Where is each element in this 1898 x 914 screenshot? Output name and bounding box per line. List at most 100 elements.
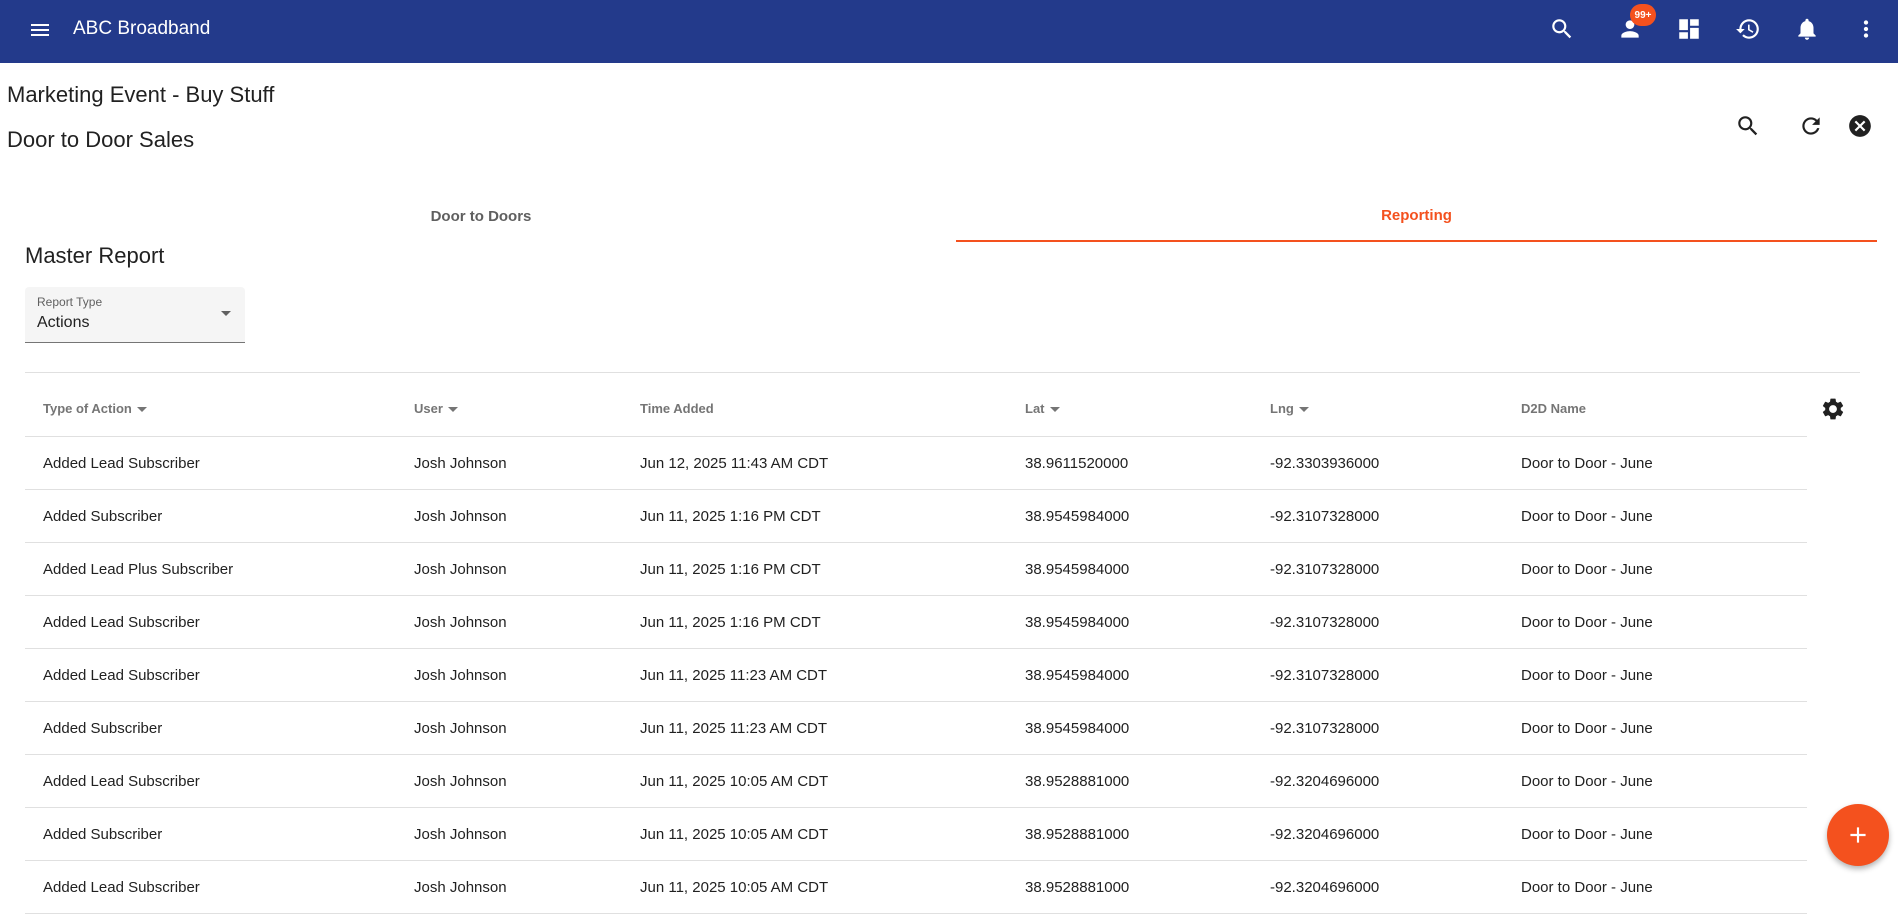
notification-count-badge: 99+ bbox=[1630, 4, 1656, 26]
table-row[interactable]: Added Lead Subscriber Josh Johnson Jun 11,… bbox=[25, 860, 1807, 914]
cell-type-of-action: Added Subscriber bbox=[25, 701, 414, 755]
cell-lat: 38.9545984000 bbox=[1025, 701, 1270, 755]
cell-d2d-name: Door to Door - June bbox=[1521, 860, 1807, 914]
close-circle-icon[interactable] bbox=[1847, 113, 1873, 139]
cell-lat: 38.9528881000 bbox=[1025, 807, 1270, 861]
table-row[interactable]: Added Lead Subscriber Josh Johnson Jun 11,… bbox=[25, 595, 1807, 649]
cell-time-added: Jun 11, 2025 10:05 AM CDT bbox=[640, 807, 1025, 861]
search-icon[interactable] bbox=[1735, 113, 1761, 139]
cell-user: Josh Johnson bbox=[414, 595, 640, 649]
cell-lat: 38.9611520000 bbox=[1025, 436, 1270, 490]
cell-d2d-name: Door to Door - June bbox=[1521, 701, 1807, 755]
cell-d2d-name: Door to Door - June bbox=[1521, 807, 1807, 861]
sort-arrow-icon bbox=[1049, 406, 1060, 412]
tab-door-to-doors[interactable]: Door to Doors bbox=[25, 190, 937, 242]
sort-arrow-icon bbox=[1298, 406, 1309, 412]
cell-time-added: Jun 11, 2025 11:23 AM CDT bbox=[640, 701, 1025, 755]
table-row[interactable]: Added Subscriber Josh Johnson Jun 11, 2025… bbox=[25, 701, 1807, 755]
cell-lng: -92.3303936000 bbox=[1270, 436, 1521, 490]
column-header-lng[interactable]: Lng bbox=[1270, 380, 1521, 437]
cell-time-added: Jun 12, 2025 11:43 AM CDT bbox=[640, 436, 1025, 490]
sort-arrow-icon bbox=[447, 406, 458, 412]
report-type-select[interactable]: Report Type Actions bbox=[25, 287, 245, 343]
section-title: Master Report bbox=[25, 243, 165, 268]
gear-icon[interactable] bbox=[1820, 396, 1846, 422]
add-button[interactable] bbox=[1827, 804, 1889, 866]
cell-type-of-action: Added Lead Subscriber bbox=[25, 436, 414, 490]
table-row[interactable]: Added Lead Subscriber Josh Johnson Jun 11,… bbox=[25, 754, 1807, 808]
cell-d2d-name: Door to Door - June bbox=[1521, 489, 1807, 543]
column-header-d2d-name: D2D Name bbox=[1521, 380, 1807, 437]
cell-d2d-name: Door to Door - June bbox=[1521, 595, 1807, 649]
cell-d2d-name: Door to Door - June bbox=[1521, 648, 1807, 702]
cell-lng: -92.3107328000 bbox=[1270, 489, 1521, 543]
cell-lat: 38.9545984000 bbox=[1025, 489, 1270, 543]
page-subtitle: Door to Door Sales bbox=[7, 127, 195, 152]
report-type-label: Report Type bbox=[37, 295, 103, 309]
dashboard-icon[interactable] bbox=[1676, 16, 1702, 42]
column-header-user[interactable]: User bbox=[414, 380, 640, 437]
cell-time-added: Jun 11, 2025 1:16 PM CDT bbox=[640, 595, 1025, 649]
cell-lat: 38.9545984000 bbox=[1025, 648, 1270, 702]
report-table: Type of Action User Time Added Lat Lng D… bbox=[25, 380, 1807, 914]
sort-arrow-icon bbox=[136, 406, 147, 412]
column-header-type-of-action[interactable]: Type of Action bbox=[25, 380, 414, 437]
cell-user: Josh Johnson bbox=[414, 542, 640, 596]
dropdown-arrow-icon bbox=[221, 311, 231, 316]
cell-type-of-action: Added Subscriber bbox=[25, 807, 414, 861]
cell-lat: 38.9545984000 bbox=[1025, 595, 1270, 649]
refresh-icon[interactable] bbox=[1798, 113, 1824, 139]
plus-icon bbox=[1850, 827, 1866, 843]
table-row[interactable]: Added Lead Plus Subscriber Josh Johnson Ju… bbox=[25, 542, 1807, 596]
cell-user: Josh Johnson bbox=[414, 648, 640, 702]
cell-lat: 38.9528881000 bbox=[1025, 754, 1270, 808]
cell-user: Josh Johnson bbox=[414, 489, 640, 543]
divider bbox=[25, 372, 1860, 373]
cell-type-of-action: Added Lead Subscriber bbox=[25, 860, 414, 914]
cell-lng: -92.3107328000 bbox=[1270, 701, 1521, 755]
tab-reporting[interactable]: Reporting bbox=[956, 190, 1877, 242]
table-row[interactable]: Added Subscriber Josh Johnson Jun 11, 2025… bbox=[25, 489, 1807, 543]
cell-lat: 38.9528881000 bbox=[1025, 860, 1270, 914]
cell-lng: -92.3107328000 bbox=[1270, 648, 1521, 702]
column-header-lat[interactable]: Lat bbox=[1025, 380, 1270, 437]
cell-lat: 38.9545984000 bbox=[1025, 542, 1270, 596]
report-type-value: Actions bbox=[37, 314, 90, 331]
column-header-time-added: Time Added bbox=[640, 380, 1025, 437]
table-row[interactable]: Added Subscriber Josh Johnson Jun 11, 2025… bbox=[25, 807, 1807, 861]
cell-user: Josh Johnson bbox=[414, 860, 640, 914]
cell-time-added: Jun 11, 2025 1:16 PM CDT bbox=[640, 542, 1025, 596]
cell-d2d-name: Door to Door - June bbox=[1521, 542, 1807, 596]
app-title: ABC Broadband bbox=[73, 18, 211, 39]
menu-icon[interactable] bbox=[28, 18, 52, 42]
more-vert-icon[interactable] bbox=[1853, 16, 1879, 42]
cell-time-added: Jun 11, 2025 10:05 AM CDT bbox=[640, 754, 1025, 808]
cell-d2d-name: Door to Door - June bbox=[1521, 754, 1807, 808]
bell-icon[interactable] bbox=[1794, 16, 1820, 42]
cell-type-of-action: Added Lead Subscriber bbox=[25, 754, 414, 808]
app-bar: ABC Broadband 99+ bbox=[0, 0, 1898, 63]
cell-lng: -92.3107328000 bbox=[1270, 542, 1521, 596]
table-body: Added Lead Subscriber Josh Johnson Jun 12,… bbox=[25, 436, 1807, 914]
cell-d2d-name: Door to Door - June bbox=[1521, 436, 1807, 490]
cell-time-added: Jun 11, 2025 1:16 PM CDT bbox=[640, 489, 1025, 543]
history-icon[interactable] bbox=[1735, 16, 1761, 42]
table-row[interactable]: Added Lead Subscriber Josh Johnson Jun 12,… bbox=[25, 436, 1807, 490]
cell-lng: -92.3204696000 bbox=[1270, 807, 1521, 861]
cell-lng: -92.3107328000 bbox=[1270, 595, 1521, 649]
cell-lng: -92.3204696000 bbox=[1270, 860, 1521, 914]
cell-type-of-action: Added Lead Subscriber bbox=[25, 595, 414, 649]
table-row[interactable]: Added Lead Subscriber Josh Johnson Jun 11,… bbox=[25, 648, 1807, 702]
cell-time-added: Jun 11, 2025 11:23 AM CDT bbox=[640, 648, 1025, 702]
page-title: Marketing Event - Buy Stuff bbox=[7, 82, 275, 107]
cell-user: Josh Johnson bbox=[414, 701, 640, 755]
cell-user: Josh Johnson bbox=[414, 436, 640, 490]
cell-user: Josh Johnson bbox=[414, 754, 640, 808]
search-icon[interactable] bbox=[1549, 16, 1575, 42]
cell-lng: -92.3204696000 bbox=[1270, 754, 1521, 808]
cell-type-of-action: Added Lead Plus Subscriber bbox=[25, 542, 414, 596]
cell-user: Josh Johnson bbox=[414, 807, 640, 861]
table-header-row: Type of Action User Time Added Lat Lng D… bbox=[25, 380, 1807, 437]
cell-type-of-action: Added Lead Subscriber bbox=[25, 648, 414, 702]
cell-time-added: Jun 11, 2025 10:05 AM CDT bbox=[640, 860, 1025, 914]
